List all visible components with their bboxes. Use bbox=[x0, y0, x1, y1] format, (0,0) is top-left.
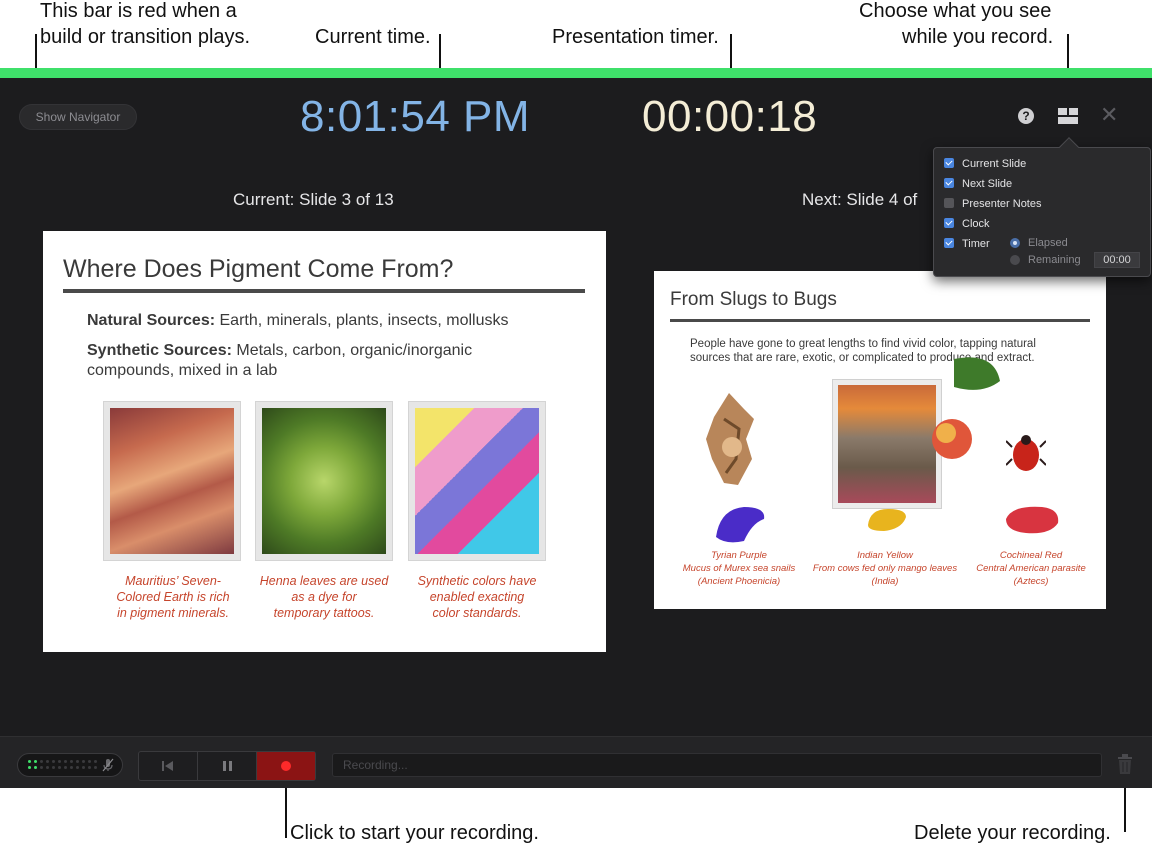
option-current-slide[interactable]: Current Slide bbox=[944, 156, 1026, 172]
recording-bar: Recording... bbox=[0, 736, 1152, 788]
next-slide-body: People have gone to great lengths to fin… bbox=[690, 338, 1036, 364]
annotation-current-time: Current time. bbox=[315, 26, 431, 48]
mango-image bbox=[932, 357, 1000, 459]
natural-sources-text: Earth, minerals, plants, insects, mollus… bbox=[215, 312, 509, 329]
cochineal-bug-image bbox=[1006, 435, 1046, 471]
checkbox-icon bbox=[944, 158, 954, 168]
remaining-label: Remaining bbox=[1028, 254, 1081, 266]
annotation-status-bar-line2: build or transition plays. bbox=[40, 26, 251, 48]
annotation-choose-line1: Choose what you see bbox=[859, 0, 1052, 22]
record-icon bbox=[281, 761, 291, 771]
murex-shell-image bbox=[706, 393, 754, 485]
record-button[interactable] bbox=[257, 752, 315, 780]
photo-colored-earth bbox=[103, 401, 241, 561]
checkbox-icon bbox=[944, 238, 954, 248]
caption-henna: Henna leaves are used as a dye for tempora… bbox=[259, 574, 389, 620]
caption-cochineal-red: Cochineal Red Central American parasite (A… bbox=[976, 550, 1086, 587]
annotation-status-bar-line1: This bar is red when a bbox=[40, 0, 237, 22]
pause-icon[interactable] bbox=[198, 752, 256, 780]
annotation-delete-recording: Delete your recording. bbox=[914, 822, 1111, 844]
annotation-choose-line2: while you record. bbox=[902, 26, 1054, 48]
option-timer[interactable]: Timer bbox=[944, 236, 990, 252]
presenter-display: Show Navigator 8:01:54 PM 00:00:18 ? ✕ C… bbox=[0, 78, 1152, 736]
checkbox-icon bbox=[944, 178, 954, 188]
next-slide-title: From Slugs to Bugs bbox=[670, 289, 837, 310]
annotation-presentation-timer: Presentation timer. bbox=[552, 26, 719, 48]
caption-tyrian-purple: Tyrian Purple Mucus of Murex sea snails (A… bbox=[682, 550, 796, 587]
synthetic-sources-line2: compounds, mixed in a lab bbox=[87, 362, 278, 379]
current-slide: Where Does Pigment Come From? Natural So… bbox=[43, 231, 606, 652]
caption-colored-earth: Mauritius’ Seven- Colored Earth is rich in… bbox=[116, 574, 230, 620]
current-time-clock: 8:01:54 PM bbox=[300, 92, 531, 141]
red-pigment-swatch bbox=[1006, 506, 1059, 534]
presentation-timer[interactable]: 00:00:18 bbox=[642, 92, 817, 142]
annotation-leader-status-bar bbox=[35, 34, 37, 70]
natural-sources-line: Natural Sources: Earth, minerals, plants… bbox=[87, 311, 508, 331]
synthetic-sources-label: Synthetic Sources: bbox=[87, 342, 232, 359]
help-icon[interactable]: ? bbox=[1018, 108, 1034, 124]
option-clock[interactable]: Clock bbox=[944, 216, 990, 232]
next-title-rule bbox=[670, 319, 1090, 322]
synthetic-sources-text: Metals, carbon, organic/inorganic bbox=[231, 342, 473, 359]
photo-henna-leaves bbox=[255, 401, 393, 561]
natural-sources-label: Natural Sources: bbox=[87, 312, 216, 329]
checkbox-icon bbox=[944, 198, 954, 208]
display-options-popover: Current Slide Next Slide Presenter Notes… bbox=[933, 137, 1151, 277]
synthetic-sources-line: Synthetic Sources: Metals, carbon, organ… bbox=[87, 341, 472, 361]
microphone-muted-icon[interactable] bbox=[100, 757, 116, 773]
title-rule bbox=[63, 289, 585, 293]
playback-controls bbox=[138, 751, 316, 781]
trash-icon[interactable] bbox=[1116, 753, 1134, 775]
skip-to-start-icon[interactable] bbox=[139, 752, 197, 780]
audio-level-meter bbox=[17, 753, 123, 777]
recording-status-field: Recording... bbox=[332, 753, 1102, 777]
show-navigator-button[interactable]: Show Navigator bbox=[19, 104, 137, 130]
layout-icon[interactable] bbox=[1058, 108, 1078, 124]
yellow-pigment-swatch bbox=[868, 509, 906, 531]
remaining-time-field[interactable]: 00:00 bbox=[1094, 252, 1140, 268]
slide-title: Where Does Pigment Come From? bbox=[63, 255, 454, 283]
photo-color-swatches bbox=[408, 401, 546, 561]
checkbox-icon bbox=[944, 218, 954, 228]
radio-elapsed[interactable] bbox=[1010, 238, 1020, 248]
level-dots bbox=[28, 759, 98, 771]
next-slide: From Slugs to Bugs People have gone to g… bbox=[654, 271, 1106, 609]
purple-pigment-swatch bbox=[716, 507, 765, 543]
build-status-bar bbox=[0, 68, 1152, 78]
option-presenter-notes[interactable]: Presenter Notes bbox=[944, 196, 1041, 212]
caption-indian-yellow: Indian Yellow From cows fed only mango le… bbox=[812, 550, 958, 587]
current-slide-label: Current: Slide 3 of 13 bbox=[233, 190, 394, 209]
close-icon[interactable]: ✕ bbox=[1100, 102, 1118, 128]
annotation-start-recording: Click to start your recording. bbox=[290, 822, 539, 844]
popover-arrow bbox=[1059, 137, 1079, 157]
next-slide-label: Next: Slide 4 of bbox=[802, 190, 918, 209]
option-next-slide[interactable]: Next Slide bbox=[944, 176, 1012, 192]
radio-remaining[interactable] bbox=[1010, 255, 1020, 265]
elapsed-label: Elapsed bbox=[1028, 237, 1068, 249]
caption-synthetic: Synthetic colors have enabled exacting col… bbox=[417, 574, 537, 620]
